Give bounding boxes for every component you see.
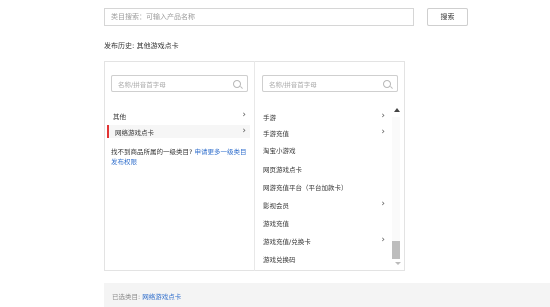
- right-category-item[interactable]: 游戏充值/兑换卡 ›: [261, 234, 385, 247]
- left-category-item-online-game-card[interactable]: 网络游戏点卡 ›: [107, 125, 250, 138]
- right-search-placeholder: 名称/拼音首字母: [269, 80, 317, 89]
- chevron-right-icon: ›: [381, 111, 385, 121]
- left-search-placeholder: 名称/拼音首字母: [118, 80, 166, 89]
- history-item-link[interactable]: 其他游戏点卡: [137, 42, 179, 50]
- scroll-down-arrow-icon[interactable]: [395, 262, 401, 265]
- category-label: 手游充值: [263, 129, 289, 138]
- hint-text: 找不到商品所属的一级类目?: [111, 148, 193, 156]
- right-category-item[interactable]: 手游 ›: [261, 110, 385, 123]
- publish-history: 发布历史: 其他游戏点卡: [104, 41, 179, 51]
- chevron-right-icon: ›: [242, 126, 246, 136]
- right-category-item[interactable]: 游戏兑换码: [261, 252, 385, 265]
- right-category-item[interactable]: 手游充值 ›: [261, 126, 385, 139]
- category-label: 网游充值平台（平台加款卡）: [263, 183, 348, 192]
- chevron-right-icon: ›: [381, 235, 385, 245]
- scrollbar-track[interactable]: [392, 117, 400, 259]
- category-label: 淘宝小游戏: [263, 146, 296, 155]
- right-category-item[interactable]: 淘宝小游戏: [261, 143, 385, 156]
- history-label: 发布历史:: [104, 42, 135, 50]
- category-label: 手游: [263, 113, 276, 122]
- category-label: 游戏充值/兑换卡: [263, 237, 311, 246]
- right-category-item[interactable]: 游戏充值: [261, 216, 385, 229]
- category-label: 其他: [113, 112, 126, 121]
- selected-category: 已选类目: 网络游戏点卡: [112, 291, 181, 301]
- category-label: 游戏充值: [263, 219, 289, 228]
- right-category-item[interactable]: 网游充值平台（平台加款卡）: [261, 180, 385, 193]
- category-label: 游戏兑换码: [263, 255, 296, 264]
- right-category-item[interactable]: 影视会员 ›: [261, 198, 385, 211]
- category-search-input[interactable]: [104, 8, 414, 26]
- scroll-up-arrow-icon[interactable]: [394, 108, 400, 112]
- right-column-search-input[interactable]: 名称/拼音首字母: [262, 75, 398, 92]
- selected-label: 已选类目:: [112, 293, 141, 301]
- column-divider: [254, 61, 255, 271]
- search-button[interactable]: 搜索: [427, 8, 468, 26]
- category-label: 网络游戏点卡: [115, 128, 154, 137]
- scrollbar-thumb[interactable]: [392, 241, 400, 259]
- category-label: 影视会员: [263, 201, 289, 210]
- left-category-item-other[interactable]: 其他 ›: [107, 109, 250, 122]
- right-category-item[interactable]: 网页游戏点卡: [261, 162, 385, 175]
- selected-category-value: 网络游戏点卡: [142, 293, 182, 301]
- left-column-search-input[interactable]: 名称/拼音首字母: [111, 75, 248, 92]
- chevron-right-icon: ›: [381, 127, 385, 137]
- category-label: 网页游戏点卡: [263, 165, 302, 174]
- chevron-right-icon: ›: [381, 199, 385, 209]
- chevron-right-icon: ›: [242, 110, 246, 120]
- category-hint: 找不到商品所属的一级类目? 申请更多一级类目发布权限: [111, 147, 251, 167]
- search-icon: [383, 79, 391, 88]
- search-icon: [233, 79, 241, 88]
